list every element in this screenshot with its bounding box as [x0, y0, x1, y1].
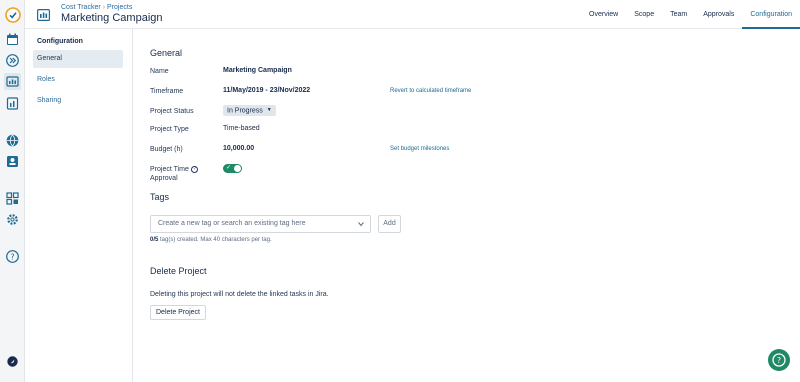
help-chat-button[interactable]: ?	[768, 349, 790, 371]
question-icon[interactable]: ?	[191, 166, 198, 173]
app-logo-icon[interactable]	[4, 6, 21, 23]
tag-hint: 0/5 tag(s) created. Max 40 characters pe…	[150, 237, 272, 243]
general-heading: General	[150, 48, 183, 58]
tab-bar: Overview Scope Team Approvals Configurat…	[581, 0, 800, 29]
approval-label-line1: Project Time	[150, 166, 189, 173]
name-label: Name	[150, 68, 169, 75]
breadcrumb: Cost Tracker › Projects	[61, 4, 132, 11]
forward-icon[interactable]	[4, 52, 21, 69]
help-icon[interactable]: ?	[4, 248, 21, 265]
breadcrumb-root[interactable]: Cost Tracker	[61, 4, 101, 11]
delete-heading: Delete Project	[150, 266, 207, 276]
tab-approvals[interactable]: Approvals	[695, 0, 742, 29]
toggle-knob	[234, 165, 241, 172]
timeframe-value: 11/May/2019 - 23/Nov/2022	[223, 87, 311, 94]
page-header: Cost Tracker › Projects Marketing Campaign…	[25, 0, 800, 29]
check-icon: ✓	[226, 165, 232, 171]
portfolio-icon[interactable]	[4, 153, 21, 170]
apps-icon[interactable]	[4, 190, 21, 207]
approval-label: Project Time Approval	[150, 165, 189, 183]
timeframe-label: Timeframe	[150, 88, 184, 95]
chevron-down-icon	[358, 222, 364, 227]
breadcrumb-separator-icon: ›	[102, 4, 106, 11]
svg-text:?: ?	[777, 356, 781, 365]
tab-scope[interactable]: Scope	[626, 0, 662, 29]
revert-timeframe-link[interactable]: Revert to calculated timeframe	[390, 88, 471, 94]
delete-description: Deleting this project will not delete th…	[150, 291, 329, 298]
tab-configuration[interactable]: Configuration	[742, 0, 800, 29]
globe-icon[interactable]	[4, 132, 21, 149]
type-label: Project Type	[150, 126, 189, 133]
config-sidebar: Configuration General Roles Sharing	[25, 29, 133, 382]
calendar-icon[interactable]	[4, 31, 21, 48]
tab-team[interactable]: Team	[662, 0, 695, 29]
name-value: Marketing Campaign	[223, 67, 292, 74]
tags-heading: Tags	[150, 192, 170, 202]
rocket-icon[interactable]	[4, 353, 21, 370]
caret-down-icon: ▼	[266, 107, 272, 113]
tag-input-placeholder: Create a new tag or search an existing t…	[158, 220, 306, 227]
svg-text:?: ?	[10, 252, 14, 261]
budget-value: 10,000.00	[223, 145, 255, 152]
settings-icon[interactable]	[4, 211, 21, 228]
sidebar-title: Configuration	[37, 38, 83, 45]
sidebar-item-general[interactable]: General	[33, 50, 123, 68]
approval-label-line2: Approval	[150, 175, 178, 182]
status-label: Project Status	[150, 108, 194, 115]
projects-icon[interactable]	[4, 73, 21, 90]
tag-count: 0/5	[150, 237, 159, 243]
tag-search-input[interactable]: Create a new tag or search an existing t…	[150, 215, 371, 233]
project-icon	[37, 8, 51, 22]
sidebar-item-roles[interactable]: Roles	[33, 71, 123, 89]
approval-toggle[interactable]: ✓	[223, 164, 242, 173]
add-tag-button[interactable]: Add	[378, 215, 401, 233]
set-milestones-link[interactable]: Set budget milestones	[390, 146, 449, 152]
question-chat-icon: ?	[772, 353, 786, 367]
type-value: Time-based	[223, 125, 260, 132]
page-title: Marketing Campaign	[61, 12, 163, 24]
budget-label: Budget (h)	[150, 146, 183, 153]
delete-project-button[interactable]: Delete Project	[150, 305, 206, 320]
sidebar-item-sharing[interactable]: Sharing	[33, 92, 123, 110]
tag-hint-text: tag(s) created. Max 40 characters per ta…	[160, 237, 272, 243]
breadcrumb-current[interactable]: Projects	[107, 4, 132, 11]
tab-overview[interactable]: Overview	[581, 0, 626, 29]
app-rail: ?	[0, 0, 25, 382]
reports-icon[interactable]	[4, 95, 21, 112]
main-content: General Name Marketing Campaign Timefram…	[133, 29, 800, 382]
status-value: In Progress	[227, 107, 263, 115]
status-select[interactable]: In Progress ▼	[223, 105, 276, 116]
